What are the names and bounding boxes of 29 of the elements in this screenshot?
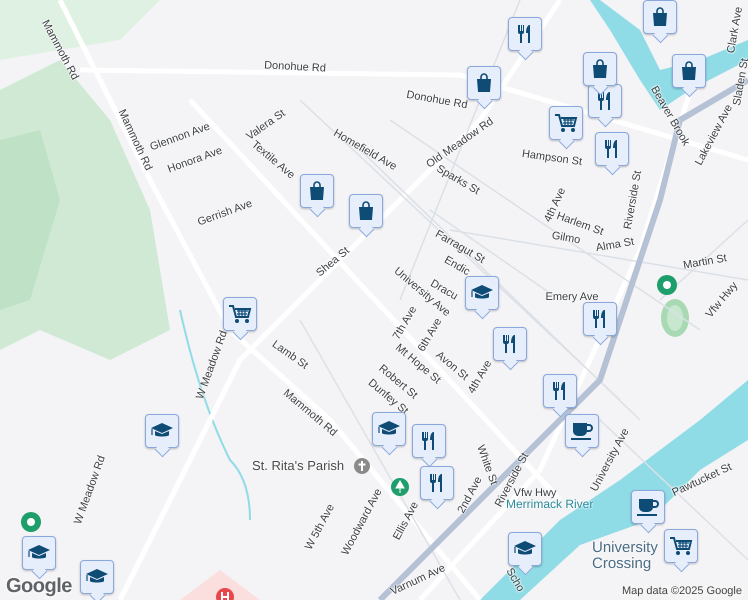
park-icon <box>391 478 409 496</box>
sports-field-drawing <box>660 298 690 338</box>
street-label: Gilmo <box>550 230 582 246</box>
coffee-cup-icon <box>570 420 594 442</box>
coffee-cup-icon <box>636 496 660 518</box>
cross-icon <box>354 458 370 474</box>
place-label: University Crossing <box>592 540 659 572</box>
street-label: 2nd Ave <box>455 474 485 516</box>
location-dot-icon <box>657 275 677 295</box>
map-attribution: Map data ©2025 Google <box>620 585 744 597</box>
street-label: Donohue Rd <box>406 88 468 112</box>
street-label: W 5th Ave <box>302 502 338 552</box>
street-label: Hampson St <box>521 148 583 168</box>
street-label: Riverside St <box>622 170 644 230</box>
street-label: Gerrish Ave <box>196 198 254 228</box>
street-label: Alma St <box>595 236 635 254</box>
google-logo: Google <box>6 575 72 598</box>
cart-icon <box>669 535 693 557</box>
street-label: Donohue Rd <box>264 59 326 75</box>
street-label: Honora Ave <box>166 144 224 176</box>
place-label: St. Rita's Parish <box>252 459 344 473</box>
street-label: Sladen St <box>730 57 748 107</box>
street-label: Clark Ave <box>725 6 745 54</box>
cart-icon <box>554 112 578 134</box>
street-label: Emery Ave <box>546 291 598 303</box>
street-label: Martin St <box>682 252 728 272</box>
location-dot-icon <box>21 512 41 532</box>
cart-icon <box>228 303 252 325</box>
street-label: Ellis Ave <box>391 500 421 542</box>
